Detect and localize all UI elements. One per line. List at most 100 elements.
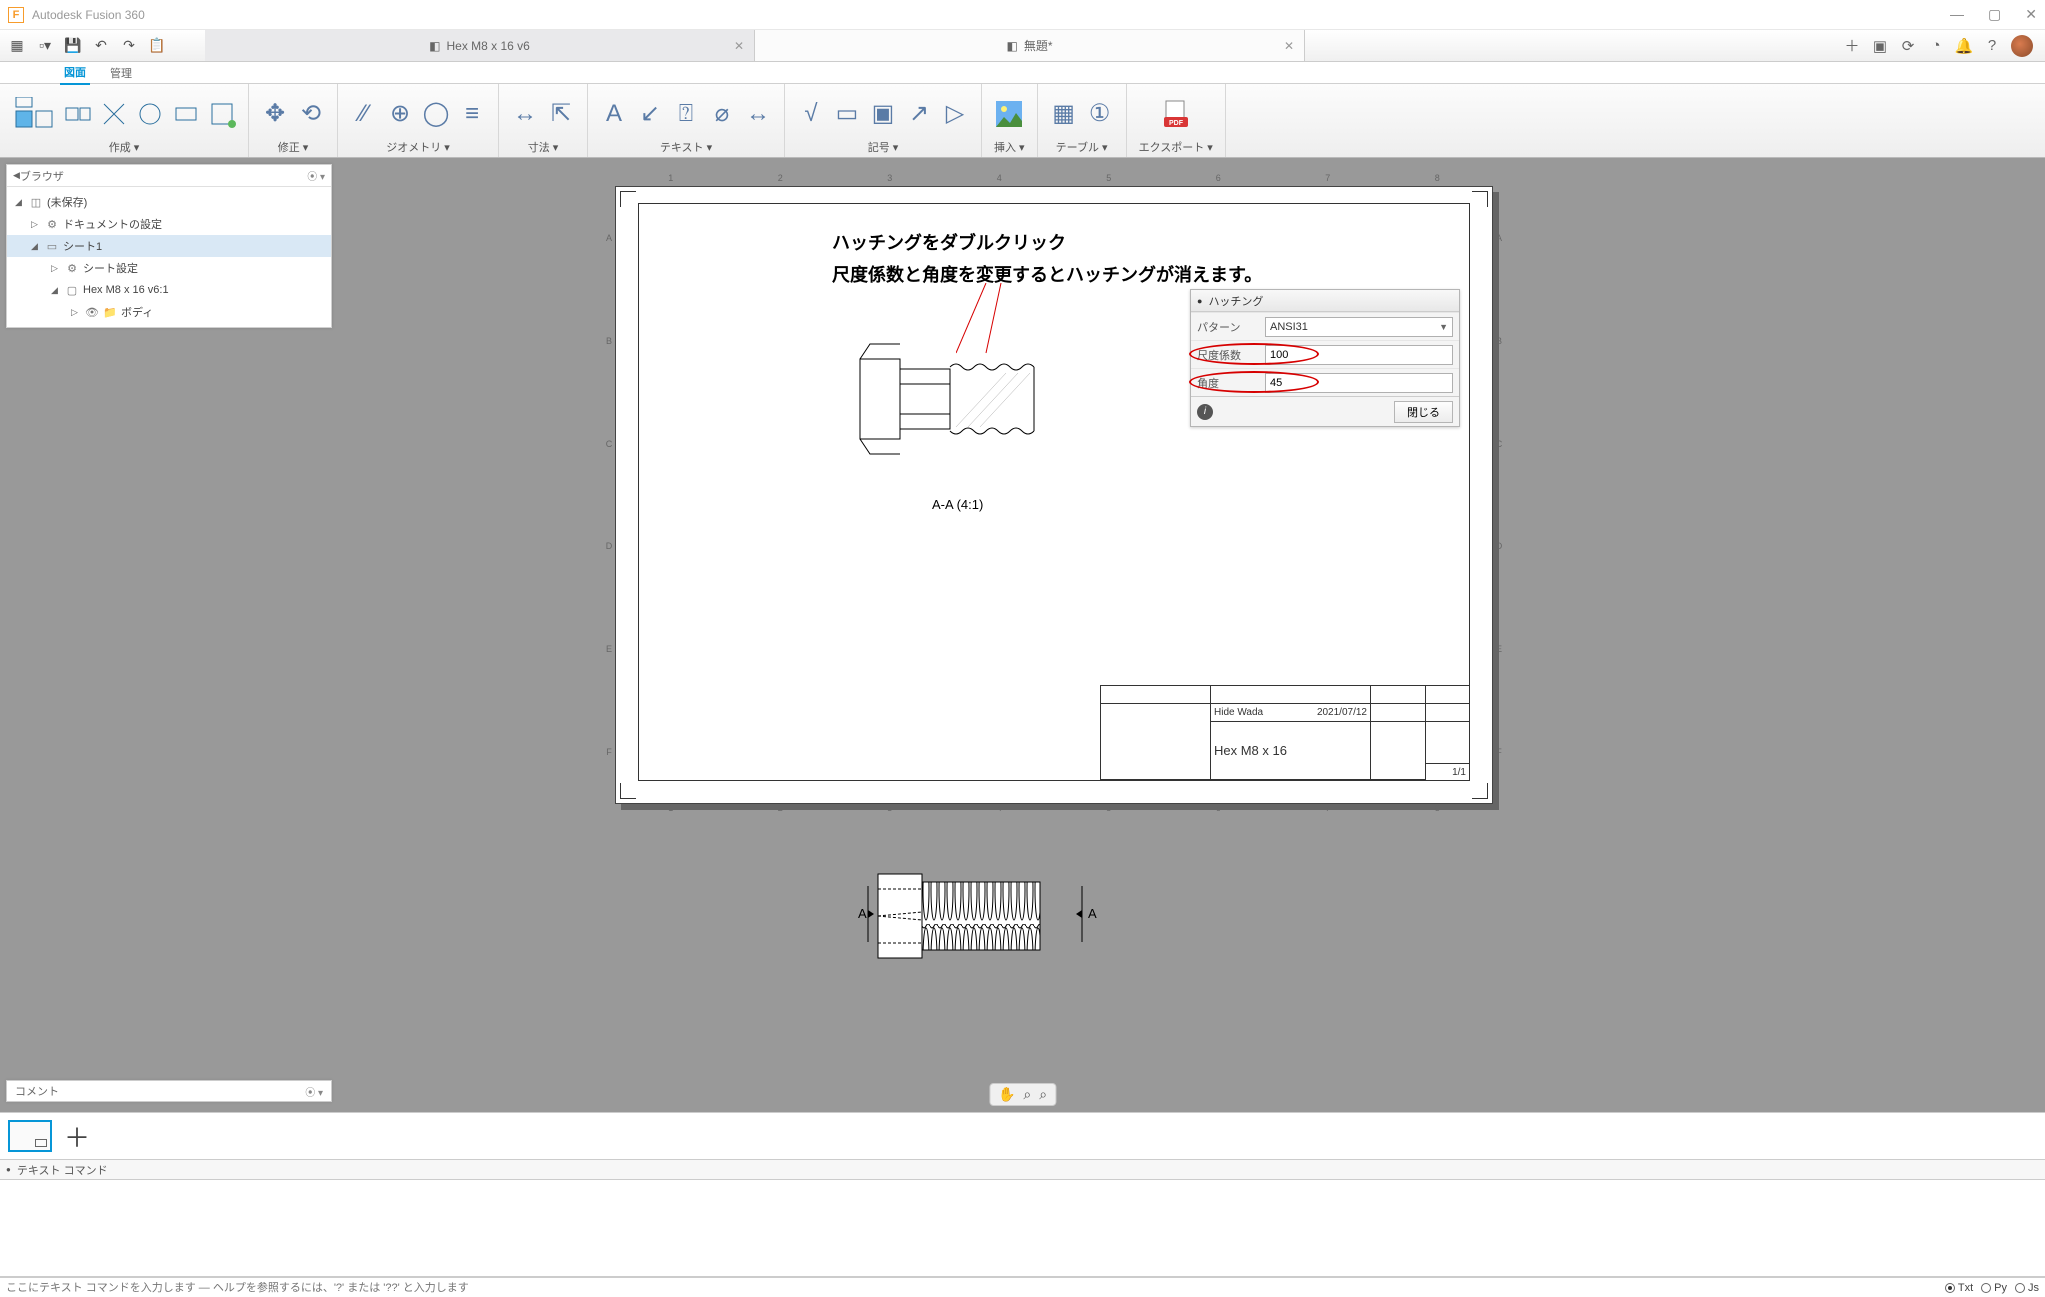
pan-icon[interactable]: ✋ <box>998 1086 1015 1103</box>
circle-centerline-icon[interactable]: ◯ <box>422 95 450 133</box>
title-block-part: Hex M8 x 16 <box>1214 743 1287 758</box>
undo-icon[interactable]: ↶ <box>92 37 110 55</box>
tree-sheet-settings[interactable]: ▷⚙シート設定 <box>7 257 331 279</box>
pattern-select[interactable]: ANSI31▼ <box>1265 317 1453 337</box>
document-tab[interactable]: ◧ 無題* ✕ <box>755 30 1305 61</box>
close-panel-button[interactable]: 閉じる <box>1394 401 1453 423</box>
close-button[interactable]: ✕ <box>2025 6 2037 23</box>
pin-icon[interactable]: ⦿ ▾ <box>307 168 325 183</box>
tree-root[interactable]: ◢◫(未保存) <box>7 191 331 213</box>
text-command-body <box>0 1180 2045 1277</box>
ribbon-group-modify[interactable]: 修正 ▾ <box>278 139 309 157</box>
move-icon[interactable]: ✥ <box>261 95 289 133</box>
save-icon[interactable]: 💾 <box>64 37 82 55</box>
ribbon-group-text[interactable]: テキスト ▾ <box>660 139 712 157</box>
info-icon[interactable]: i <box>1197 404 1213 420</box>
angle-input[interactable] <box>1265 373 1453 393</box>
clipboard-icon[interactable]: 📋 <box>148 37 166 55</box>
workspace-tab-drawing[interactable]: 図面 <box>60 61 90 85</box>
minimize-button[interactable]: — <box>1950 6 1964 23</box>
datum-id-icon[interactable]: ▣ <box>869 95 897 133</box>
note-icon[interactable]: ⍰ <box>672 95 700 133</box>
ribbon-group-insert[interactable]: 挿入 ▾ <box>994 139 1025 157</box>
hole-callout-icon[interactable]: ⌀ <box>708 95 736 133</box>
job-status-icon[interactable]: ◔ <box>1927 37 1945 55</box>
text-command-input[interactable] <box>6 1282 1945 1294</box>
maximize-button[interactable]: ▢ <box>1988 6 2001 23</box>
canvas-area[interactable]: ◀ ブラウザ ⦿ ▾ ◢◫(未保存) ▷⚙ドキュメントの設定 ◢▭シート1 ▷⚙… <box>0 158 2045 1112</box>
ordinate-dimension-icon[interactable]: ⇱ <box>547 95 575 133</box>
rotate-icon[interactable]: ⟲ <box>297 95 325 133</box>
edge-extension-icon[interactable]: ≡ <box>458 95 486 133</box>
lang-radio-js[interactable]: Js <box>2015 1282 2039 1294</box>
table-icon[interactable]: ▦ <box>1050 95 1078 133</box>
document-tab[interactable]: ◧ Hex M8 x 16 v6 ✕ <box>205 30 755 61</box>
text-icon[interactable]: A <box>600 95 628 133</box>
add-sheet-button[interactable]: ＋ <box>64 1118 90 1155</box>
add-tab-icon[interactable]: ＋ <box>1843 37 1861 55</box>
ribbon-group-geometry[interactable]: ジオメトリ ▾ <box>386 139 450 157</box>
angle-label: 角度 <box>1197 375 1259 391</box>
tree-component[interactable]: ◢▢Hex M8 x 16 v6:1 <box>7 279 331 301</box>
new-file-icon[interactable]: ▫▾ <box>36 37 54 55</box>
projected-view-icon[interactable] <box>64 95 92 133</box>
centermark-icon[interactable]: ⊕ <box>386 95 414 133</box>
section-view-icon[interactable] <box>100 95 128 133</box>
tree-bodies[interactable]: ▷👁📁ボディ <box>7 301 331 323</box>
bend-note-icon[interactable]: ↔ <box>744 95 772 133</box>
svg-text:PDF: PDF <box>1169 120 1184 127</box>
annotation-line1: ハッチングをダブルクリック <box>832 229 1066 255</box>
title-block[interactable]: Hide Wada 2021/07/12 Hex M8 x 16 1/1 <box>1100 685 1470 781</box>
base-view-icon[interactable] <box>12 95 56 133</box>
notifications-icon[interactable]: 🔔 <box>1955 37 1973 55</box>
ribbon-group-table[interactable]: テーブル ▾ <box>1056 139 1108 157</box>
dimension-icon[interactable]: ↔ <box>511 95 539 133</box>
app-title: Autodesk Fusion 360 <box>32 8 145 22</box>
drawing-sheet[interactable]: 12345678 12345678 ABCDEF ABCDEF ハッチングをダブ… <box>615 186 1493 804</box>
scale-input[interactable] <box>1265 345 1453 365</box>
sheet-thumbnail[interactable] <box>8 1120 52 1152</box>
workspace-tab-manage[interactable]: 管理 <box>106 62 136 84</box>
balloon-icon[interactable]: ① <box>1086 95 1114 133</box>
insert-image-icon[interactable] <box>995 95 1023 133</box>
data-panel-icon[interactable]: ▦ <box>8 37 26 55</box>
comment-pin-icon[interactable]: ⦿ ▾ <box>305 1084 323 1099</box>
app-logo: F <box>8 7 24 23</box>
user-avatar[interactable] <box>2011 35 2033 57</box>
tree-sheet1[interactable]: ◢▭シート1 <box>7 235 331 257</box>
lang-radio-txt[interactable]: Txt <box>1945 1282 1973 1294</box>
section-mark-a-left: A <box>858 906 867 921</box>
zoom-window-icon[interactable]: ⌕ <box>1023 1086 1031 1103</box>
tab-close-icon[interactable]: ✕ <box>734 39 744 53</box>
sketch-icon[interactable] <box>208 95 236 133</box>
refresh-icon[interactable]: ⟳ <box>1899 37 1917 55</box>
feature-control-frame-icon[interactable]: ▭ <box>833 95 861 133</box>
extensions-icon[interactable]: ▣ <box>1871 37 1889 55</box>
centerline-icon[interactable]: ⁄⁄ <box>350 95 378 133</box>
help-icon[interactable]: ? <box>1983 37 2001 55</box>
zoom-fit-icon[interactable]: ⌕ <box>1039 1086 1047 1103</box>
break-view-icon[interactable] <box>172 95 200 133</box>
tab-icon: ◧ <box>1006 39 1017 53</box>
tab-label: Hex M8 x 16 v6 <box>446 39 529 53</box>
hatching-panel: ●ハッチング パターン ANSI31▼ 尺度係数 角度 i 閉じる <box>1190 289 1460 427</box>
leader-text-icon[interactable]: ↙ <box>636 95 664 133</box>
app-bar: ▦ ▫▾ 💾 ↶ ↷ 📋 ◧ Hex M8 x 16 v6 ✕ ◧ 無題* ✕ … <box>0 30 2045 62</box>
export-pdf-icon[interactable]: PDF <box>1162 95 1190 133</box>
ribbon-group-create[interactable]: 作成 ▾ <box>109 139 140 157</box>
tab-close-icon[interactable]: ✕ <box>1284 39 1294 53</box>
section-view[interactable] <box>856 339 1076 459</box>
taper-icon[interactable]: ▷ <box>941 95 969 133</box>
redo-icon[interactable]: ↷ <box>120 37 138 55</box>
ribbon-group-dimension[interactable]: 寸法 ▾ <box>528 139 559 157</box>
surface-texture-icon[interactable]: √ <box>797 95 825 133</box>
ribbon-group-export[interactable]: エクスポート ▾ <box>1139 139 1213 157</box>
detail-view-icon[interactable] <box>136 95 164 133</box>
tree-doc-settings[interactable]: ▷⚙ドキュメントの設定 <box>7 213 331 235</box>
ribbon-group-symbol[interactable]: 記号 ▾ <box>868 139 899 157</box>
lang-radio-py[interactable]: Py <box>1981 1282 2007 1294</box>
weld-symbol-icon[interactable]: ↗ <box>905 95 933 133</box>
title-block-date: 2021/07/12 <box>1317 707 1367 718</box>
parent-view[interactable]: A A <box>858 856 1094 976</box>
comment-panel[interactable]: コメント ⦿ ▾ <box>6 1080 332 1102</box>
